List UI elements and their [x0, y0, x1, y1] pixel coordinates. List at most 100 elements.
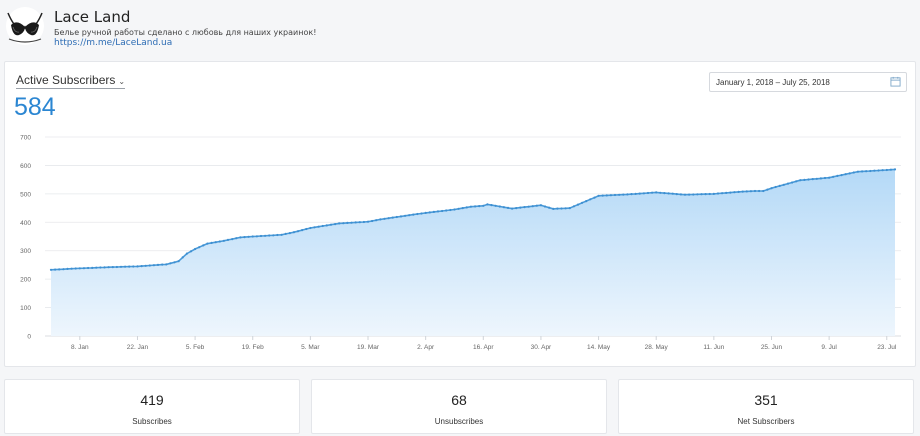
metric-dropdown[interactable]: Active Subscribers ⌄	[16, 73, 126, 89]
data-point	[811, 178, 814, 181]
data-point	[861, 170, 864, 173]
data-point	[490, 204, 493, 207]
data-point	[218, 240, 221, 243]
data-point	[893, 168, 897, 171]
data-point	[449, 208, 452, 212]
data-point	[803, 178, 806, 181]
date-range-picker[interactable]: January 1, 2018 – July 25, 2018	[709, 72, 907, 92]
data-point	[753, 189, 757, 193]
data-point	[124, 265, 127, 268]
data-point	[70, 267, 73, 270]
data-point	[457, 207, 460, 210]
data-point	[243, 236, 246, 239]
data-point	[469, 205, 472, 208]
data-point	[511, 207, 514, 210]
data-point	[91, 266, 94, 269]
data-point	[82, 267, 85, 270]
data-point	[358, 221, 361, 224]
data-point	[255, 235, 258, 238]
data-point	[618, 193, 621, 196]
data-point	[49, 268, 53, 271]
data-point	[161, 263, 164, 266]
data-point	[770, 187, 773, 190]
chart-card: Active Subscribers ⌄ 584 January 1, 2018 …	[4, 61, 916, 367]
data-point	[823, 176, 827, 180]
data-point	[313, 226, 316, 229]
data-point	[399, 215, 403, 218]
data-point	[502, 206, 505, 209]
stat-label: Net Subscribers	[737, 417, 795, 426]
data-point	[412, 213, 415, 216]
x-tick-label: 5. Feb	[186, 344, 205, 351]
data-point	[148, 264, 151, 267]
chevron-down-icon: ⌄	[118, 77, 126, 86]
data-point	[334, 223, 337, 226]
data-point	[881, 169, 884, 172]
x-tick-label: 9. Jul	[821, 344, 837, 351]
page-description: Белье ручной работы сделано с любовь для…	[54, 28, 317, 37]
data-point	[745, 190, 748, 193]
data-point	[646, 191, 650, 195]
data-point	[140, 265, 143, 268]
data-point	[375, 219, 378, 222]
x-tick-label: 28. May	[645, 344, 669, 351]
data-point	[523, 206, 526, 209]
series-area	[51, 169, 895, 336]
data-point	[296, 230, 300, 233]
stat-card-subscribes: 419 Subscribes	[4, 379, 300, 434]
data-point	[474, 205, 477, 208]
y-tick-label: 400	[20, 220, 31, 227]
data-point	[758, 189, 761, 193]
data-point	[679, 193, 683, 196]
data-point	[506, 206, 510, 209]
data-point	[317, 225, 320, 228]
data-point	[169, 262, 172, 265]
x-tick-label: 16. Apr	[473, 344, 494, 351]
data-point	[198, 246, 201, 249]
data-point	[284, 232, 287, 235]
data-point	[651, 191, 654, 194]
data-point	[832, 175, 835, 178]
data-point	[210, 241, 213, 244]
data-point	[749, 190, 753, 193]
data-point	[856, 170, 860, 173]
data-point	[667, 192, 670, 195]
data-point	[309, 226, 312, 230]
data-point	[889, 168, 893, 171]
data-point	[766, 188, 769, 191]
data-point	[560, 207, 563, 210]
data-point	[840, 174, 843, 177]
stat-value: 419	[140, 392, 164, 408]
data-point	[235, 237, 238, 240]
data-point	[836, 174, 839, 177]
data-point	[181, 256, 184, 259]
data-point	[494, 204, 497, 207]
data-point	[885, 168, 888, 172]
data-point	[173, 261, 176, 264]
data-point	[663, 192, 666, 195]
data-point	[675, 193, 678, 196]
data-point	[54, 268, 57, 271]
data-point	[231, 238, 234, 241]
data-point	[613, 193, 617, 197]
data-point	[593, 196, 596, 199]
data-point	[103, 266, 106, 269]
data-point	[465, 206, 468, 209]
data-point	[630, 193, 633, 196]
data-point	[741, 190, 744, 193]
data-point	[342, 222, 345, 225]
data-point	[638, 192, 641, 195]
messenger-link[interactable]: https://m.me/LaceLand.ua	[54, 38, 172, 48]
data-point	[873, 169, 876, 172]
data-point	[354, 221, 357, 224]
data-point	[202, 244, 205, 247]
data-point	[214, 241, 217, 244]
data-point	[597, 194, 600, 197]
data-point	[420, 212, 423, 215]
data-point	[778, 184, 781, 187]
metric-value: 584	[14, 93, 56, 121]
data-point	[852, 171, 855, 174]
data-point	[515, 207, 518, 210]
data-point	[683, 193, 687, 196]
stat-label: Subscribes	[132, 417, 172, 426]
